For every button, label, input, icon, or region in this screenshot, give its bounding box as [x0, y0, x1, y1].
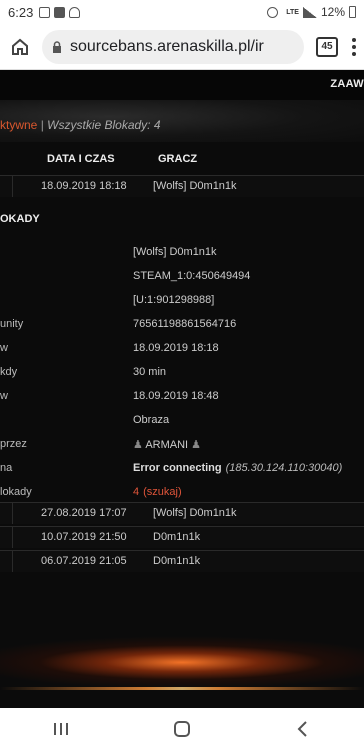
- active-link[interactable]: ktywne: [0, 118, 37, 132]
- table-row[interactable]: 27.08.2019 17:07 [Wolfs] D0m1n1k: [0, 502, 364, 524]
- table-row[interactable]: 06.07.2019 21:05 D0m1n1k: [0, 550, 364, 572]
- server-address: (185.30.124.110:30040): [225, 462, 343, 474]
- notification-icon: [39, 6, 51, 18]
- detail-value[interactable]: 76561198861564716: [133, 318, 236, 330]
- detail-row: na Error connecting (185.30.124.110:30040): [0, 462, 364, 482]
- facebook-icon: [54, 6, 66, 18]
- wifi-icon: [69, 6, 81, 18]
- count-separator: |: [37, 118, 48, 132]
- detail-label: lokady: [0, 486, 32, 498]
- address-bar[interactable]: sourcebans.arenaskilla.pl/ir: [42, 29, 304, 64]
- detail-row: w 18.09.2019 18:48: [0, 390, 364, 410]
- row-divider: [12, 176, 13, 197]
- detail-row: unity 76561198861564716: [0, 318, 364, 338]
- admin-name: ARMANI: [145, 439, 189, 451]
- detail-label: na: [0, 462, 13, 474]
- lock-icon: [53, 40, 61, 53]
- tab-switcher-button[interactable]: 45: [316, 36, 338, 57]
- row-date: 27.08.2019 17:07: [41, 507, 127, 519]
- detail-value: ♟ ARMANI ♟: [133, 438, 201, 451]
- row-date: 10.07.2019 21:50: [41, 531, 127, 543]
- row-date: 18.09.2019 18:18: [41, 180, 127, 192]
- detail-row: w 18.09.2019 18:18: [0, 342, 364, 362]
- mute-icon: [267, 6, 279, 18]
- detail-row: [U:1:901298988]: [0, 294, 364, 314]
- row-divider: [12, 503, 13, 524]
- detail-label: w: [0, 342, 8, 354]
- battery-icon: [349, 6, 356, 18]
- page-content: ZAAW ktywne | Wszystkie Blokady: 4 DATA …: [0, 70, 364, 708]
- detail-row: przez ♟ ARMANI ♟: [0, 438, 364, 458]
- row-divider: [12, 527, 13, 548]
- block-counts: ktywne | Wszystkie Blokady: 4: [0, 118, 161, 132]
- server-status: Error connecting: [133, 462, 222, 474]
- admin-icon: ♟: [133, 439, 146, 451]
- overflow-menu-icon[interactable]: [352, 37, 356, 56]
- table-row[interactable]: 10.07.2019 21:50 D0m1n1k: [0, 526, 364, 548]
- detail-value: 30 min: [133, 366, 167, 378]
- detail-row: Obraza: [0, 414, 364, 434]
- row-player: D0m1n1k: [153, 555, 201, 567]
- row-player: [Wolfs] D0m1n1k: [153, 507, 237, 519]
- admin-icon: ♟: [188, 439, 202, 451]
- details-title: OKADY: [0, 213, 40, 225]
- detail-row: [Wolfs] D0m1n1k: [0, 246, 364, 266]
- detail-row: kdy 30 min: [0, 366, 364, 386]
- site-nav: ZAAW: [0, 70, 364, 100]
- detail-value: 18.09.2019 18:18: [133, 342, 219, 354]
- nav-item-advanced[interactable]: ZAAW: [330, 78, 364, 90]
- footer-glow-line: [0, 687, 364, 690]
- row-date: 06.07.2019 21:05: [41, 555, 127, 567]
- detail-label: unity: [0, 318, 24, 330]
- column-header-date[interactable]: DATA I CZAS: [47, 153, 115, 165]
- recent-apps-icon[interactable]: [41, 714, 81, 744]
- home-button-icon[interactable]: [162, 714, 202, 744]
- signal-icon: [302, 6, 317, 18]
- clock: 6:23: [8, 4, 34, 20]
- detail-label: w: [0, 390, 8, 402]
- detail-value[interactable]: [U:1:901298988]: [133, 294, 214, 306]
- home-icon[interactable]: [8, 35, 32, 59]
- detail-value: STEAM_1:0:450649494: [133, 270, 251, 282]
- detail-value: Error connecting (185.30.124.110:30040): [133, 462, 342, 474]
- detail-label: kdy: [0, 366, 18, 378]
- detail-value: 4 (szukaj): [133, 486, 182, 498]
- system-nav-bar: [0, 708, 364, 750]
- url-text: sourcebans.arenaskilla.pl/ir: [70, 37, 264, 55]
- detail-value: 18.09.2019 18:48: [133, 390, 219, 402]
- status-bar: 6:23 LTE 12%: [0, 0, 364, 24]
- search-link[interactable]: (szukaj): [143, 486, 182, 498]
- row-player: D0m1n1k: [153, 531, 201, 543]
- detail-value: [Wolfs] D0m1n1k: [133, 246, 217, 258]
- row-player: [Wolfs] D0m1n1k: [153, 180, 237, 192]
- detail-value: Obraza: [133, 414, 170, 426]
- browser-toolbar: sourcebans.arenaskilla.pl/ir 45: [0, 24, 364, 70]
- network-type: LTE: [286, 8, 299, 16]
- footer-glow: [0, 588, 364, 708]
- detail-label: przez: [0, 438, 27, 450]
- back-icon[interactable]: [283, 714, 323, 744]
- block-count: 4: [133, 486, 140, 498]
- column-header-player[interactable]: GRACZ: [158, 153, 197, 165]
- all-blocks-count: Wszystkie Blokady: 4: [47, 118, 161, 132]
- table-row[interactable]: 18.09.2019 18:18 [Wolfs] D0m1n1k: [0, 175, 364, 197]
- table-header: DATA I CZAS GRACZ: [0, 149, 364, 177]
- battery-percent: 12%: [320, 5, 345, 19]
- row-divider: [12, 551, 13, 572]
- detail-row: STEAM_1:0:450649494: [0, 270, 364, 290]
